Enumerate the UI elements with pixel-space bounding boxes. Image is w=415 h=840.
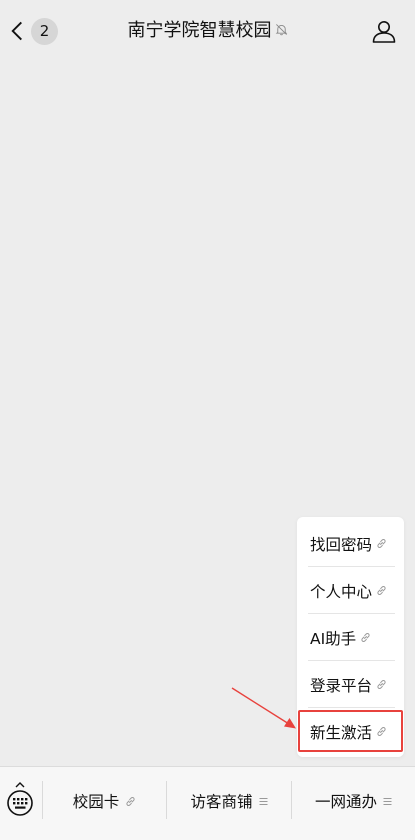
link-icon (377, 539, 386, 548)
menu-lines-icon (259, 797, 267, 805)
menu-lines-icon (383, 797, 392, 805)
bottom-menu-bar: 校园卡 访客商铺 一网通办 (0, 766, 415, 840)
tab-campus-card[interactable]: 校园卡 (43, 767, 166, 835)
keyboard-toggle-icon[interactable] (2, 781, 38, 821)
submenu-popup: 找回密码 个人中心 AI助手 登录平台 新生激活 (297, 517, 404, 757)
profile-icon[interactable] (371, 18, 397, 44)
chat-screen: 2 南宁学院智慧校园 找回密码 个人中心 AI助手 登录平台 新生激活 校园卡 … (0, 0, 415, 840)
top-bar: 2 南宁学院智慧校园 (0, 0, 415, 62)
link-icon (377, 586, 386, 595)
submenu-item-login-platform[interactable]: 登录平台 (297, 661, 404, 708)
submenu-item-new-student-activation[interactable]: 新生激活 (297, 708, 404, 755)
link-icon (361, 633, 370, 642)
link-icon (377, 680, 386, 689)
page-title: 南宁学院智慧校园 (0, 17, 415, 45)
submenu-item-label: 登录平台 (310, 676, 373, 695)
tab-label: 一网通办 (314, 793, 377, 811)
link-icon (377, 727, 386, 736)
submenu-item-label: AI助手 (310, 629, 357, 648)
mute-bell-icon (275, 23, 287, 35)
submenu-item-personal-center[interactable]: 个人中心 (297, 567, 404, 614)
tab-visitor-shops[interactable]: 访客商铺 (167, 767, 291, 835)
link-icon (126, 796, 135, 806)
tab-label: 访客商铺 (190, 793, 253, 811)
tab-one-stop-service[interactable]: 一网通办 (292, 767, 415, 835)
submenu-item-label: 新生激活 (310, 723, 373, 742)
submenu-item-label: 找回密码 (310, 535, 373, 554)
page-title-text: 南宁学院智慧校园 (127, 20, 272, 41)
submenu-item-ai-assistant[interactable]: AI助手 (297, 614, 404, 661)
submenu-item-find-password[interactable]: 找回密码 (297, 520, 404, 567)
submenu-item-label: 个人中心 (310, 582, 373, 601)
tab-label: 校园卡 (72, 793, 120, 811)
